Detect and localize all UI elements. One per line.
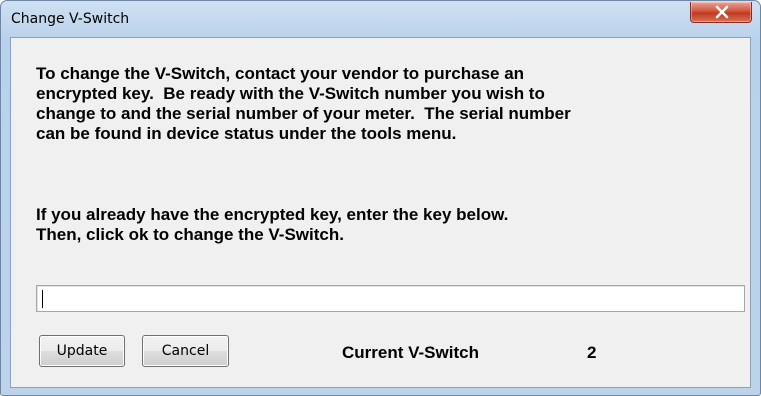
title-bar[interactable]: Change V-Switch <box>1 1 760 37</box>
close-x-icon <box>715 5 729 19</box>
dialog-body: To change the V-Switch, contact your ven… <box>10 37 751 388</box>
key-instructions-text: If you already have the encrypted key, e… <box>36 205 509 244</box>
close-button[interactable] <box>690 2 752 23</box>
update-button[interactable]: Update <box>39 335 125 367</box>
dialog-window: Change V-Switch To change the V-Switch, … <box>0 0 761 396</box>
window-title: Change V-Switch <box>11 11 130 27</box>
cancel-button[interactable]: Cancel <box>142 335 229 367</box>
current-v-switch-label: Current V-Switch <box>342 343 479 362</box>
encrypted-key-input[interactable] <box>36 285 745 312</box>
instructions-text: To change the V-Switch, contact your ven… <box>36 64 571 143</box>
text-caret <box>42 290 43 308</box>
current-v-switch-value: 2 <box>587 343 597 362</box>
